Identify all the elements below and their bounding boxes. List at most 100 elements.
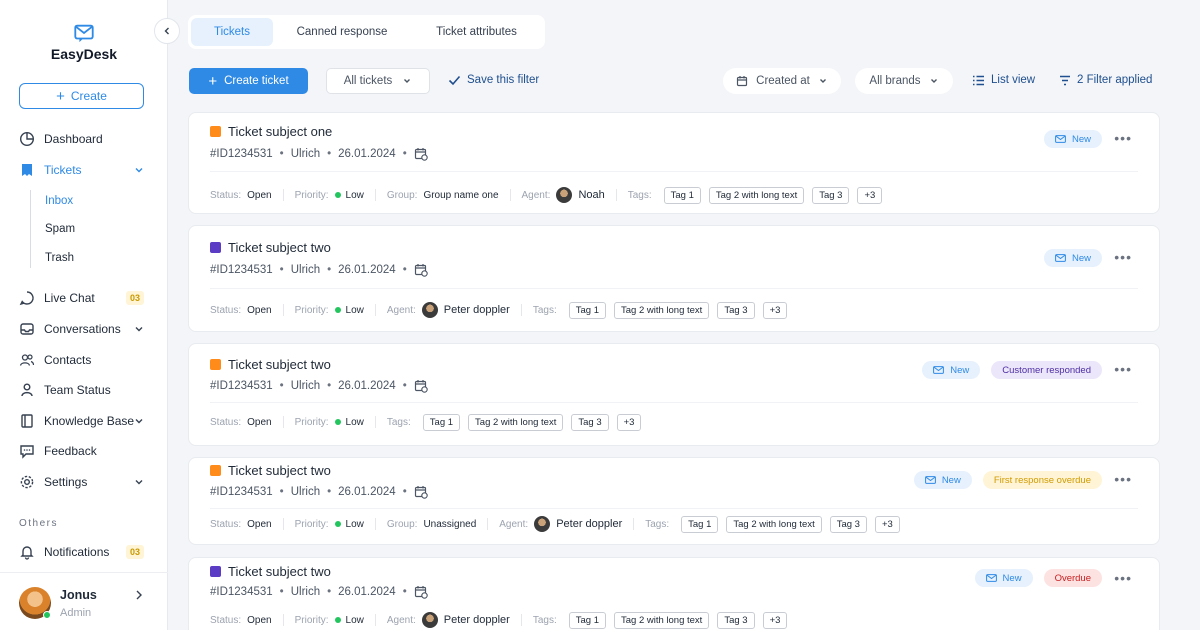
created-at-sort-button[interactable]: Created at [723, 68, 841, 94]
ticket-meta: #ID1234531 • Ulrich • 26.01.2024 • [210, 485, 428, 499]
chevron-right-icon [136, 590, 142, 600]
ticket-card[interactable]: Ticket subject two #ID1234531 • Ulrich • 2… [188, 225, 1160, 332]
envelope-icon [1055, 135, 1066, 143]
divider [210, 508, 1138, 509]
ticket-card[interactable]: Ticket subject two #ID1234531 • Ulrich • 2… [188, 557, 1160, 630]
list-view-label: List view [991, 74, 1036, 86]
priority-value: Low [345, 189, 364, 201]
brands-label: All brands [869, 75, 921, 87]
tab-ticket-attributes[interactable]: Ticket attributes [411, 18, 542, 46]
tag[interactable]: Tag 1 [681, 515, 719, 533]
tag[interactable]: Tag 1 [568, 301, 606, 319]
status-badge-new: New [913, 471, 972, 489]
ticket-title[interactable]: Ticket subject two [228, 564, 331, 579]
plus-icon: + [56, 87, 65, 105]
sidebar-item-team-status[interactable]: Team Status [19, 380, 149, 400]
ticket-color-marker [210, 465, 221, 476]
agent-name: Peter doppler [556, 518, 623, 530]
collapse-sidebar-button[interactable] [154, 18, 180, 44]
priority-label: Priority: [294, 189, 329, 201]
filter-applied-button[interactable]: 2 Filter applied [1059, 74, 1152, 86]
sidebar-item-conversations[interactable]: Conversations [19, 319, 149, 339]
more-options-button[interactable]: ••• [1114, 472, 1132, 486]
separator-dot: • [402, 486, 407, 498]
more-options-button[interactable]: ••• [1114, 571, 1132, 585]
ticket-card[interactable]: Ticket subject two #ID1234531 • Ulrich • 2… [188, 343, 1160, 446]
tag[interactable]: Tag 2 with long text [708, 186, 805, 204]
tag[interactable]: Tag 2 with long text [614, 611, 710, 629]
tag[interactable]: Tag 1 [663, 186, 701, 204]
calendar-clock-icon [414, 380, 428, 393]
chat-logo-icon [74, 24, 94, 43]
sidebar-item-settings[interactable]: Settings [19, 472, 149, 492]
tag[interactable]: Tag 3 [717, 301, 755, 319]
tag[interactable]: Tag 2 with long text [468, 413, 564, 431]
ticket-title[interactable]: Ticket subject one [228, 124, 332, 139]
separator-dot: • [402, 264, 407, 276]
more-options-button[interactable]: ••• [1114, 362, 1132, 376]
separator-dot: • [279, 380, 284, 392]
more-tags[interactable]: +3 [762, 611, 788, 629]
sidebar-item-contacts[interactable]: Contacts [19, 350, 149, 370]
tab-canned-response[interactable]: Canned response [273, 18, 411, 46]
brand-logo[interactable]: EasyDesk [0, 22, 168, 62]
ticket-filter-select[interactable]: All tickets [326, 68, 430, 94]
status-value: Open [247, 304, 272, 316]
separator-dot: • [402, 586, 407, 598]
sidebar-item-spam[interactable]: Spam [45, 223, 75, 235]
create-button[interactable]: + Create [19, 83, 144, 109]
sidebar-item-trash[interactable]: Trash [45, 252, 74, 264]
ticket-color-marker [210, 359, 221, 370]
more-tags[interactable]: +3 [762, 301, 788, 319]
ticket-icon [19, 162, 35, 178]
sidebar-item-feedback[interactable]: Feedback [19, 441, 149, 461]
group-value: Group name one [423, 189, 499, 201]
more-options-button[interactable]: ••• [1114, 131, 1132, 145]
user-profile[interactable]: Jonus Admin [0, 572, 168, 630]
priority-dot [334, 521, 341, 527]
tag[interactable]: Tag 3 [812, 186, 850, 204]
tag[interactable]: Tag 3 [717, 611, 755, 629]
agent-avatar [556, 187, 573, 203]
create-ticket-button[interactable]: + Create ticket [189, 68, 308, 94]
tab-tickets[interactable]: Tickets [191, 18, 273, 46]
sidebar-item-live-chat[interactable]: Live Chat 03 [19, 288, 149, 308]
ticket-title[interactable]: Ticket subject two [228, 357, 331, 372]
chevron-down-icon [819, 79, 826, 83]
tag[interactable]: Tag 3 [571, 413, 609, 431]
sidebar-item-inbox[interactable]: Inbox [45, 195, 73, 207]
priority-value: Low [345, 614, 364, 626]
more-tags[interactable]: +3 [857, 186, 883, 204]
tag[interactable]: Tag 3 [829, 515, 867, 533]
list-icon [973, 75, 984, 85]
priority-dot [334, 307, 341, 313]
priority-value: Low [345, 416, 364, 428]
sidebar-item-dashboard[interactable]: Dashboard [19, 129, 149, 149]
tag[interactable]: Tag 2 with long text [614, 301, 710, 319]
ticket-title[interactable]: Ticket subject two [228, 463, 331, 478]
sidebar-item-knowledge-base[interactable]: Knowledge Base [19, 411, 149, 431]
ticket-date: 26.01.2024 [338, 380, 396, 392]
ticket-card[interactable]: Ticket subject one #ID1234531 • Ulrich • 2… [188, 112, 1160, 214]
feedback-icon [19, 443, 35, 459]
ticket-meta: #ID1234531 • Ulrich • 26.01.2024 • [210, 379, 428, 393]
status-badge-first-response-overdue: First response overdue [982, 471, 1102, 489]
tag[interactable]: Tag 2 with long text [726, 515, 822, 533]
more-tags[interactable]: +3 [874, 515, 900, 533]
status-badge-new: New [1043, 249, 1102, 267]
list-view-button[interactable]: List view [972, 74, 1035, 86]
ticket-card[interactable]: Ticket subject two #ID1234531 • Ulrich • 2… [188, 457, 1160, 545]
sidebar-item-notifications[interactable]: Notifications 03 [19, 542, 149, 562]
agent-label: Agent: [386, 614, 416, 626]
more-options-button[interactable]: ••• [1114, 250, 1132, 264]
tags-label: Tags: [532, 304, 557, 316]
sidebar-item-tickets[interactable]: Tickets [19, 160, 149, 180]
ticket-title[interactable]: Ticket subject two [228, 240, 331, 255]
brands-select[interactable]: All brands [855, 68, 953, 94]
tag[interactable]: Tag 1 [422, 413, 461, 431]
tag[interactable]: Tag 1 [568, 611, 606, 629]
save-filter-button[interactable]: Save this filter [448, 74, 539, 86]
more-tags[interactable]: +3 [616, 413, 642, 431]
plus-icon: + [208, 72, 218, 90]
save-filter-label: Save this filter [467, 74, 540, 86]
